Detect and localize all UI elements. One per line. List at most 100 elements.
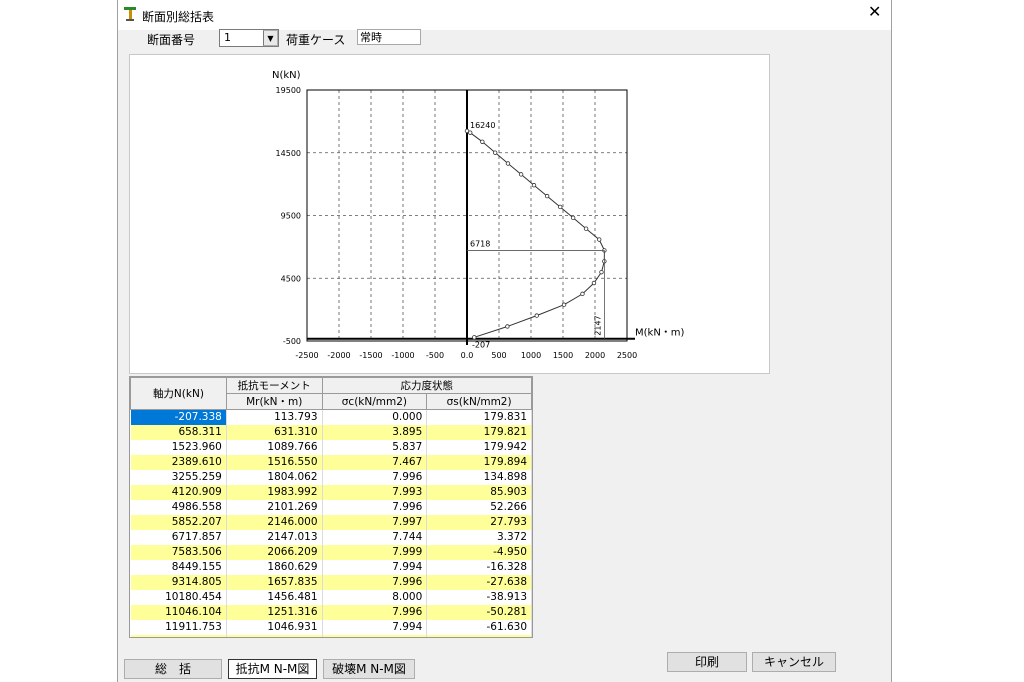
section-select[interactable]: 1 ▼ xyxy=(219,29,279,47)
app-icon xyxy=(123,6,137,25)
cell-sc: 5.837 xyxy=(322,440,428,455)
data-point xyxy=(597,237,602,242)
cell-ss: -27.638 xyxy=(426,575,532,590)
header-resist-bottom: Mr(kN・m) xyxy=(225,393,323,410)
data-point xyxy=(580,291,585,297)
table-row[interactable]: 1523.960 1089.766 5.837 179.942 xyxy=(130,440,532,455)
table-row[interactable]: 10180.454 1456.481 8.000 -38.913 xyxy=(130,590,532,605)
result-grid[interactable]: 軸力N(kN) 抵抗モーメント 応力度状態 Mr(kN・m) σc(kN/mm2… xyxy=(129,376,533,638)
cell-sc: 7.993 xyxy=(322,485,428,500)
cell-sc: 8.000 xyxy=(322,590,428,605)
cell-sc: 7.998 xyxy=(322,635,428,637)
cell-sc: 7.996 xyxy=(322,605,428,620)
data-point xyxy=(472,335,477,340)
table-row[interactable]: 12777.402845.3807.998-72.909 xyxy=(130,635,532,637)
cell-mr: 1456.481 xyxy=(226,590,323,605)
cell-axial: 10180.454 xyxy=(130,590,227,605)
cell-sc: 7.996 xyxy=(322,500,428,515)
y-tick-label: 9500 xyxy=(281,212,301,221)
loadcase-label: 荷重ケース xyxy=(286,33,346,47)
table-row[interactable]: -207.338 113.793 0.000 179.831 xyxy=(130,409,532,425)
cell-mr: 1983.992 xyxy=(226,485,323,500)
cell-ss: -38.913 xyxy=(426,590,532,605)
cell-sc: 7.994 xyxy=(322,560,428,575)
table-row[interactable]: 658.311 631.310 3.895 179.821 xyxy=(130,425,532,440)
close-icon[interactable]: ✕ xyxy=(868,4,881,20)
x-tick-label: 1000 xyxy=(521,351,541,360)
cell-axial: 5852.207 xyxy=(130,515,227,530)
tab-resist-nm[interactable]: 抵抗M N-M図 xyxy=(228,659,317,679)
table-row[interactable]: 11046.104 1251.316 7.996 -50.281 xyxy=(130,605,532,620)
loadcase-field[interactable]: 常時 xyxy=(357,29,421,45)
cell-ss: -61.630 xyxy=(426,620,532,635)
chevron-down-icon[interactable]: ▼ xyxy=(263,30,278,46)
cell-axial: 4986.558 xyxy=(130,500,227,515)
table-row[interactable]: 4986.558 2101.269 7.996 52.266 xyxy=(130,500,532,515)
x-tick-label: -1000 xyxy=(391,351,414,360)
data-point xyxy=(591,280,597,286)
table-row[interactable]: 7583.506 2066.209 7.999 -4.950 xyxy=(130,545,532,560)
cell-axial: 7583.506 xyxy=(130,545,227,560)
section-value: 1 xyxy=(224,31,231,44)
data-point xyxy=(464,128,470,134)
cell-mr: 1251.316 xyxy=(226,605,323,620)
table-row[interactable]: 5852.207 2146.000 7.997 27.793 xyxy=(130,515,532,530)
cell-mr: 1860.629 xyxy=(226,560,323,575)
x-tick-label: 0.0 xyxy=(461,351,474,360)
y-tick-label: 4500 xyxy=(281,274,301,283)
cell-ss: 134.898 xyxy=(426,470,532,485)
tab-summary[interactable]: 総 括 xyxy=(124,659,222,679)
cell-axial: 11046.104 xyxy=(130,605,227,620)
window-title: 断面別総括表 xyxy=(142,10,215,24)
cell-axial: 11911.753 xyxy=(130,620,227,635)
cell-axial: 12777.402 xyxy=(130,635,227,637)
cell-sc: 7.996 xyxy=(322,470,428,485)
y-tick-label: -500 xyxy=(283,337,301,346)
x-tick-label: -500 xyxy=(426,351,444,360)
cell-sc: 7.467 xyxy=(322,455,428,470)
cell-ss: 179.942 xyxy=(426,440,532,455)
cell-ss: 179.821 xyxy=(426,425,532,440)
table-row[interactable]: 4120.909 1983.992 7.993 85.903 xyxy=(130,485,532,500)
max-m-label: 2147 xyxy=(593,315,602,335)
tab-failure-nm[interactable]: 破壊M N-M図 xyxy=(323,659,415,679)
print-button[interactable]: 印刷 xyxy=(667,652,747,672)
cell-sc: 3.895 xyxy=(322,425,428,440)
cell-ss: 52.266 xyxy=(426,500,532,515)
table-row[interactable]: 11911.753 1046.931 7.994 -61.630 xyxy=(130,620,532,635)
table-row[interactable]: 2389.610 1516.550 7.467 179.894 xyxy=(130,455,532,470)
cell-axial: -207.338 xyxy=(130,409,227,425)
cell-mr: 1046.931 xyxy=(226,620,323,635)
data-point xyxy=(531,183,537,188)
header-resist-top: 抵抗モーメント xyxy=(225,377,323,394)
min-n-label: -207 xyxy=(472,341,490,350)
data-point xyxy=(492,150,498,155)
x-tick-label: -1500 xyxy=(359,351,382,360)
cell-axial: 8449.155 xyxy=(130,560,227,575)
table-row[interactable]: 9314.805 1657.835 7.996 -27.638 xyxy=(130,575,532,590)
y-axis-label: N(kN) xyxy=(272,70,301,81)
max-n-label: 16240 xyxy=(470,121,495,130)
data-point xyxy=(558,204,563,210)
cell-sc: 7.994 xyxy=(322,620,428,635)
cell-sc: 7.997 xyxy=(322,515,428,530)
cancel-button[interactable]: キャンセル xyxy=(752,652,836,672)
header-ss: σs(kN/mm2) xyxy=(426,393,532,410)
result-table: 軸力N(kN) 抵抗モーメント 応力度状態 Mr(kN・m) σc(kN/mm2… xyxy=(130,377,532,637)
cell-mr: 1516.550 xyxy=(226,455,323,470)
x-tick-label: 500 xyxy=(491,351,506,360)
table-row[interactable]: 3255.259 1804.062 7.996 134.898 xyxy=(130,470,532,485)
table-row[interactable]: 6717.857 2147.013 7.744 3.372 xyxy=(130,530,532,545)
table-row[interactable]: 8449.155 1860.629 7.994 -16.328 xyxy=(130,560,532,575)
data-point xyxy=(518,172,524,177)
data-point xyxy=(480,139,485,144)
cell-mr: 1089.766 xyxy=(226,440,323,455)
balance-n-label: 6718 xyxy=(470,239,490,248)
header-axial: 軸力N(kN) xyxy=(130,377,227,410)
x-axis-label: M(kN・m) xyxy=(635,328,685,339)
data-point xyxy=(505,161,511,166)
cell-sc: 7.744 xyxy=(322,530,428,545)
cell-mr: 2146.000 xyxy=(226,515,323,530)
cell-ss: -50.281 xyxy=(426,605,532,620)
cell-axial: 658.311 xyxy=(130,425,227,440)
